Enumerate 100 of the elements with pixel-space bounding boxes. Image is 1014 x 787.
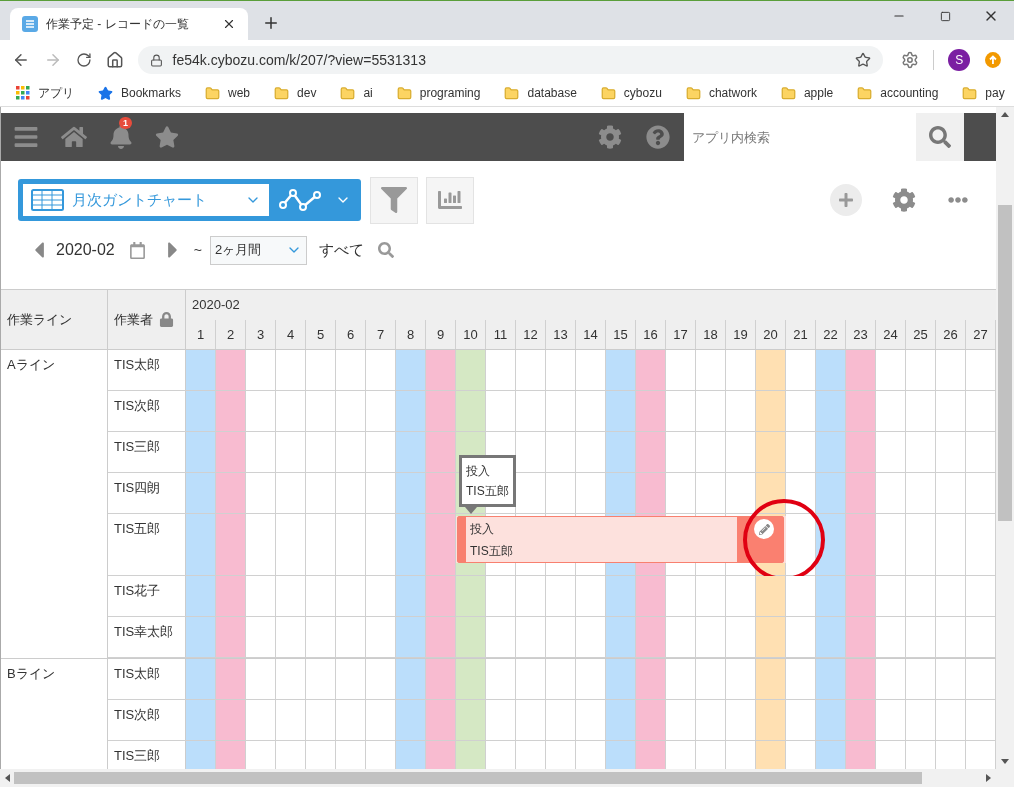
- edit-button[interactable]: [754, 519, 774, 539]
- day-header: 3: [246, 319, 276, 349]
- day-header: 14: [576, 319, 606, 349]
- bookmark-item[interactable]: cybozu: [600, 84, 662, 102]
- day-header: 24: [876, 319, 906, 349]
- day-header: 1: [186, 319, 216, 349]
- day-header: 13: [546, 319, 576, 349]
- bookmark-item[interactable]: apple: [780, 84, 834, 102]
- settings-icon[interactable]: [892, 188, 916, 212]
- bookmark-item[interactable]: accounting: [857, 84, 939, 102]
- day-header: 19: [726, 319, 756, 349]
- filter-button[interactable]: [370, 176, 418, 224]
- folder-icon: [600, 85, 616, 101]
- horizontal-scrollbar[interactable]: [0, 769, 1014, 787]
- folder-icon: [396, 85, 412, 101]
- url-text: fe54k.cybozu.com/k/207/?view=5531313: [172, 50, 427, 70]
- month-header: 2020-02: [191, 296, 241, 314]
- graph-icon[interactable]: [279, 187, 321, 213]
- help-icon[interactable]: [646, 125, 670, 149]
- day-header: 9: [426, 319, 456, 349]
- lock-icon: [159, 312, 174, 327]
- range-separator: ~: [193, 240, 202, 260]
- bar-end-block[interactable]: [737, 517, 783, 562]
- folder-icon: [274, 85, 290, 101]
- browser-tab[interactable]: 作業予定 - レコードの一覧: [10, 8, 248, 40]
- scrollbar-thumb[interactable]: [14, 772, 922, 784]
- day-header: 8: [396, 319, 426, 349]
- bar-handle[interactable]: [458, 517, 466, 562]
- back-icon[interactable]: [12, 51, 30, 69]
- maximize-icon: [939, 10, 951, 22]
- view-name: 月次ガントチャート: [72, 189, 208, 210]
- folder-icon: [962, 85, 978, 101]
- search-icon[interactable]: [377, 242, 394, 258]
- search-field[interactable]: アプリ内検索: [684, 113, 916, 161]
- day-header: 26: [936, 319, 966, 349]
- bell-icon[interactable]: [109, 125, 133, 149]
- bookmark-item[interactable]: dev: [274, 84, 317, 102]
- day-header: 21: [786, 319, 816, 349]
- close-icon[interactable]: [222, 17, 236, 31]
- calendar-icon[interactable]: [128, 241, 146, 259]
- folder-icon: [685, 85, 701, 101]
- folder-icon: [857, 85, 873, 101]
- day-header: 16: [636, 319, 666, 349]
- extension-gear-icon[interactable]: [901, 51, 920, 69]
- day-header: 2: [216, 319, 246, 349]
- bookmark-item[interactable]: database: [504, 84, 577, 102]
- new-tab-icon[interactable]: [262, 14, 280, 32]
- folder-icon: [504, 85, 520, 101]
- tab-title: 作業予定 - レコードの一覧: [46, 16, 190, 33]
- list-app-icon: [22, 16, 38, 32]
- plus-icon: [838, 192, 854, 208]
- bookmark-star-icon[interactable]: [855, 52, 872, 68]
- reload-icon[interactable]: [75, 52, 92, 68]
- bookmark-item[interactable]: programing: [396, 84, 481, 102]
- star-icon: [98, 85, 113, 101]
- tooltip-assignee: TIS五郎: [466, 483, 509, 500]
- filter-text: すべて: [318, 239, 364, 260]
- favorites-star-icon[interactable]: [155, 125, 179, 149]
- folder-icon: [205, 85, 221, 101]
- profile-avatar[interactable]: S: [948, 49, 971, 71]
- address-bar[interactable]: fe54k.cybozu.com/k/207/?view=5531313: [137, 46, 884, 74]
- bookmark-item[interactable]: web: [205, 84, 251, 102]
- bookmark-item[interactable]: pay: [962, 84, 1005, 102]
- day-header: 22: [816, 319, 846, 349]
- day-header: 18: [696, 319, 726, 349]
- update-icon[interactable]: [984, 51, 1002, 69]
- add-record-button[interactable]: [830, 184, 862, 216]
- home-icon[interactable]: [105, 51, 124, 69]
- scroll-up-arrow-icon[interactable]: [1001, 112, 1009, 117]
- range-select[interactable]: 2ヶ月間: [209, 235, 307, 265]
- gantt-bar[interactable]: 投入 TIS五郎: [457, 516, 784, 563]
- day-header: 10: [456, 319, 486, 349]
- bookmark-item[interactable]: Bookmarks: [98, 84, 182, 102]
- scrollbar-thumb[interactable]: [998, 205, 1012, 521]
- graph-button[interactable]: [426, 176, 474, 224]
- scroll-right-arrow-icon[interactable]: [986, 774, 991, 782]
- settings-icon[interactable]: [598, 125, 622, 149]
- pencil-icon: [758, 523, 770, 535]
- column-header: 作業者: [108, 290, 186, 349]
- bookmark-item[interactable]: ai: [340, 84, 373, 102]
- line-cell: Aライン: [1, 350, 108, 658]
- period-text: 2020-02: [56, 240, 115, 260]
- search-button[interactable]: [916, 113, 964, 161]
- bookmark-item[interactable]: chatwork: [685, 84, 757, 102]
- vertical-scrollbar[interactable]: [996, 107, 1014, 769]
- day-header: 25: [906, 319, 936, 349]
- bar-chart-icon: [438, 188, 462, 212]
- folder-icon: [780, 85, 796, 101]
- bar-title: 投入: [470, 520, 494, 538]
- tooltip-title: 投入: [466, 463, 491, 480]
- scroll-left-arrow-icon[interactable]: [5, 774, 10, 782]
- day-header: 11: [486, 319, 516, 349]
- menu-icon[interactable]: [13, 124, 39, 150]
- day-header: 23: [846, 319, 876, 349]
- funnel-icon: [381, 187, 407, 213]
- scroll-down-arrow-icon[interactable]: [1001, 759, 1009, 764]
- day-header: 20: [756, 319, 786, 349]
- bookmark-item[interactable]: アプリ: [16, 84, 74, 102]
- day-header: 17: [666, 319, 696, 349]
- lock-icon: [149, 53, 163, 67]
